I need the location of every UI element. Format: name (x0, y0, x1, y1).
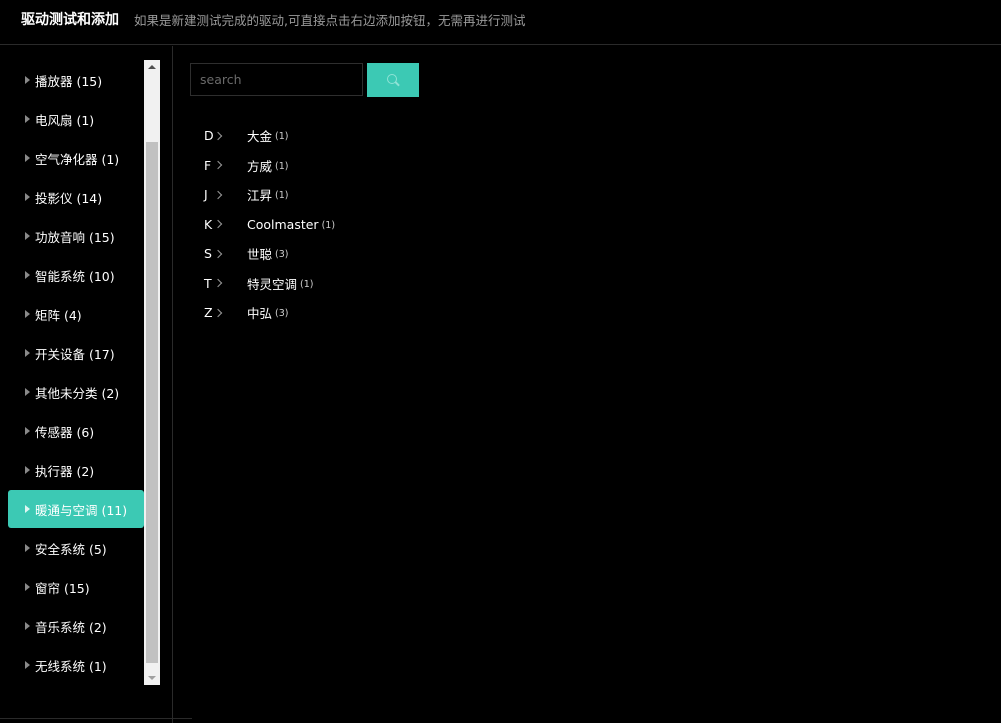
brand-count: (1) (300, 278, 314, 290)
caret-right-icon (25, 622, 30, 630)
brand-row: F 方威 (1) (204, 151, 504, 181)
category-list: 播放器 (15) 电风扇 (1) 空气净化器 (1) 投影仪 (14) 功放音响 (15… (8, 61, 144, 685)
sidebar-category-label: 空气净化器 (1) (35, 151, 120, 167)
chevron-right-icon (213, 131, 223, 140)
sidebar-category-label: 窗帘 (15) (35, 580, 90, 596)
brand-count: (1) (275, 190, 289, 202)
chevron-right-icon (213, 190, 223, 199)
sidebar-category-label: 暖通与空调 (11) (35, 502, 128, 518)
sidebar-category-item[interactable]: 安全系统 (5) (8, 529, 144, 567)
sidebar-category-label: 音乐系统 (2) (35, 619, 107, 635)
sidebar-category-item[interactable]: 功放音响 (15) (8, 217, 144, 255)
search-button[interactable] (367, 63, 419, 97)
sidebar-category-label: 电风扇 (1) (35, 112, 95, 128)
sidebar-category-item[interactable]: 智能系统 (10) (8, 256, 144, 294)
sidebar-category-item[interactable]: 无线系统 (1) (8, 646, 144, 684)
sidebar-category-label: 智能系统 (10) (35, 268, 115, 284)
search-icon (386, 73, 400, 87)
chevron-right-icon (213, 220, 223, 229)
sidebar-category-item[interactable]: 音乐系统 (2) (8, 607, 144, 645)
caret-right-icon (25, 154, 30, 162)
brand-name-link[interactable]: 世聪 (247, 244, 272, 263)
sidebar-category-label: 播放器 (15) (35, 73, 103, 89)
sidebar-category-item[interactable]: 传感器 (6) (8, 412, 144, 450)
page-subtitle: 如果是新建测试完成的驱动,可直接点击右边添加按钮，无需再进行测试 (134, 13, 526, 28)
caret-right-icon (25, 271, 30, 279)
page-header: 驱动测试和添加 如果是新建测试完成的驱动,可直接点击右边添加按钮，无需再进行测试 (0, 0, 1001, 45)
brand-count: (1) (275, 160, 289, 172)
sidebar-category-item[interactable]: 空气净化器 (1) (8, 139, 144, 177)
brand-name-link[interactable]: Coolmaster (247, 217, 319, 232)
caret-right-icon (25, 388, 30, 396)
brand-count: (1) (321, 219, 336, 231)
chevron-right-icon (213, 279, 223, 288)
sidebar-category-label: 安全系统 (5) (35, 541, 107, 557)
brand-name-link[interactable]: 特灵空调 (247, 274, 297, 293)
sidebar-category-label: 执行器 (2) (35, 463, 95, 479)
brand-count: (3) (275, 308, 289, 320)
caret-right-icon (25, 505, 30, 513)
sidebar-category-item[interactable]: 开关设备 (17) (8, 334, 144, 372)
brand-list: D 大金 (1) F 方威 (1) J 江昇 (1) K Coolmaster (1) S 世聪 (3) T 特… (204, 121, 504, 328)
caret-right-icon (25, 193, 30, 201)
arrow-down-icon (148, 676, 156, 680)
brand-row: T 特灵空调 (1) (204, 269, 504, 299)
sidebar-category-item[interactable]: 矩阵 (4) (8, 295, 144, 333)
caret-right-icon (25, 310, 30, 318)
page-title: 驱动测试和添加 (21, 12, 119, 28)
caret-right-icon (25, 349, 30, 357)
brand-row: S 世聪 (3) (204, 239, 504, 269)
caret-right-icon (25, 544, 30, 552)
sidebar-category-item[interactable]: 电风扇 (1) (8, 100, 144, 138)
caret-right-icon (25, 583, 30, 591)
divider (0, 718, 192, 719)
caret-right-icon (25, 76, 30, 84)
sidebar-category-label: 传感器 (6) (35, 424, 95, 440)
brand-name-link[interactable]: 中弘 (247, 303, 272, 322)
scrollbar-thumb[interactable] (146, 142, 158, 663)
sidebar-category-item[interactable]: 投影仪 (14) (8, 178, 144, 216)
sidebar-category-item[interactable]: 其他未分类 (2) (8, 373, 144, 411)
caret-right-icon (25, 232, 30, 240)
sidebar-category-item[interactable]: 窗帘 (15) (8, 568, 144, 606)
brand-name-link[interactable]: 江昇 (247, 185, 272, 204)
sidebar-category-item[interactable]: 执行器 (2) (8, 451, 144, 489)
sidebar-category-label: 无线系统 (1) (35, 658, 107, 674)
brand-row: Z 中弘 (3) (204, 298, 504, 328)
sidebar-category-item[interactable]: 暖通与空调 (11) (8, 490, 144, 528)
chevron-right-icon (213, 308, 223, 317)
sidebar-category-label: 投影仪 (14) (35, 190, 103, 206)
sidebar-category-label: 其他未分类 (2) (35, 385, 120, 401)
brand-count: (1) (275, 131, 289, 143)
chevron-right-icon (213, 249, 223, 258)
brand-row: D 大金 (1) (204, 121, 504, 151)
arrow-up-icon (148, 65, 156, 69)
category-sidebar: 播放器 (15) 电风扇 (1) 空气净化器 (1) 投影仪 (14) 功放音响 (15… (0, 46, 173, 723)
caret-right-icon (25, 115, 30, 123)
brand-row: J 江昇 (1) (204, 180, 504, 210)
sidebar-category-label: 功放音响 (15) (35, 229, 115, 245)
caret-right-icon (25, 466, 30, 474)
scroll-up-button[interactable] (144, 60, 160, 74)
caret-right-icon (25, 427, 30, 435)
brand-name-link[interactable]: 大金 (247, 126, 272, 145)
brand-name-link[interactable]: 方威 (247, 156, 272, 175)
sidebar-scrollbar[interactable] (144, 60, 160, 685)
chevron-right-icon (213, 161, 223, 170)
caret-right-icon (25, 661, 30, 669)
brand-row: K Coolmaster (1) (204, 210, 504, 240)
scroll-down-button[interactable] (144, 671, 160, 685)
search-input[interactable] (190, 63, 363, 96)
sidebar-category-label: 开关设备 (17) (35, 346, 115, 362)
sidebar-category-label: 矩阵 (4) (35, 307, 82, 323)
sidebar-category-item[interactable]: 播放器 (15) (8, 61, 144, 99)
brand-count: (3) (275, 249, 289, 261)
